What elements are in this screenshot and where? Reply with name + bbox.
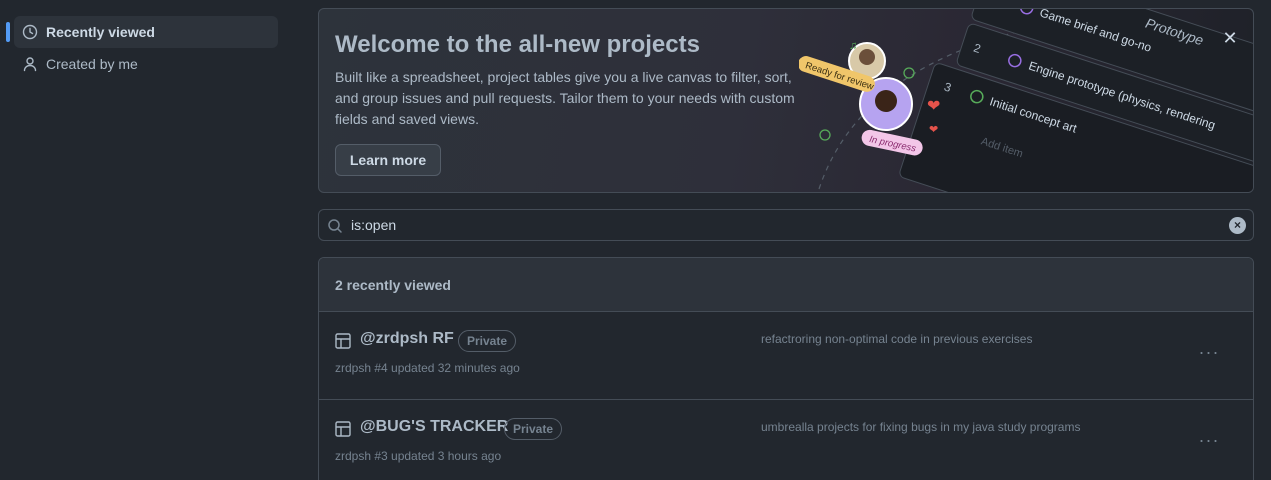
clock-icon [22,24,38,40]
sidebar-item-recently-viewed[interactable]: Recently viewed [6,16,278,48]
learn-more-button[interactable]: Learn more [335,144,441,176]
project-meta: zrdpsh #4 updated 32 minutes ago [335,361,520,375]
private-badge: Private [504,418,563,440]
project-meta: zrdpsh #3 updated 3 hours ago [335,449,502,463]
banner-description: Built like a spreadsheet, project tables… [335,69,795,127]
person-icon [22,56,38,72]
kebab-menu-icon[interactable]: ··· [1195,430,1223,458]
search-input[interactable] [351,214,1211,236]
clear-search-icon[interactable]: × [1229,217,1246,234]
project-description: umbrealla projects for fixing bugs in my… [761,420,1081,434]
list-header: 2 recently viewed [319,258,1253,312]
sidebar-item-label: Created by me [46,56,138,72]
status-dot-icon [819,129,831,141]
avatar-face [859,49,875,65]
banner-title: Welcome to the all-new projects [335,31,700,58]
table-row: @zrdpsh RF Private zrdpsh #4 updated 32 … [319,312,1253,400]
project-name-link[interactable]: @BUG'S TRACKER [360,418,508,436]
table-row: @BUG'S TRACKER Private zrdpsh #3 updated… [319,400,1253,480]
sidebar: Recently viewed Created by me [0,0,290,480]
private-badge: Private [458,330,517,352]
banner-illustration: Prototype 1 Game brief and go-no 2 Engin… [799,9,1253,192]
project-name-link[interactable]: @zrdpsh RF [360,330,454,348]
table-icon [335,421,351,437]
status-dot-icon [903,67,915,79]
sidebar-item-created-by-me[interactable]: Created by me [14,48,278,80]
welcome-banner: Welcome to the all-new projects Built li… [318,8,1254,193]
projects-list: 2 recently viewed @zrdpsh RF Private zrd… [318,257,1254,480]
table-icon [335,333,351,349]
heart-icon: ❤ [929,124,938,136]
search-icon [327,218,343,234]
project-description: refactroring non-optimal code in previou… [761,332,1033,346]
search-bar: × [318,209,1254,241]
music-note-icon: ♫ [849,40,857,52]
active-marker [6,22,10,42]
close-banner-button[interactable]: ✕ [1219,27,1241,49]
kebab-menu-icon[interactable]: ··· [1195,342,1223,370]
sidebar-item-label: Recently viewed [46,24,155,40]
avatar-face [875,90,897,112]
heart-icon: ❤ [927,98,940,115]
